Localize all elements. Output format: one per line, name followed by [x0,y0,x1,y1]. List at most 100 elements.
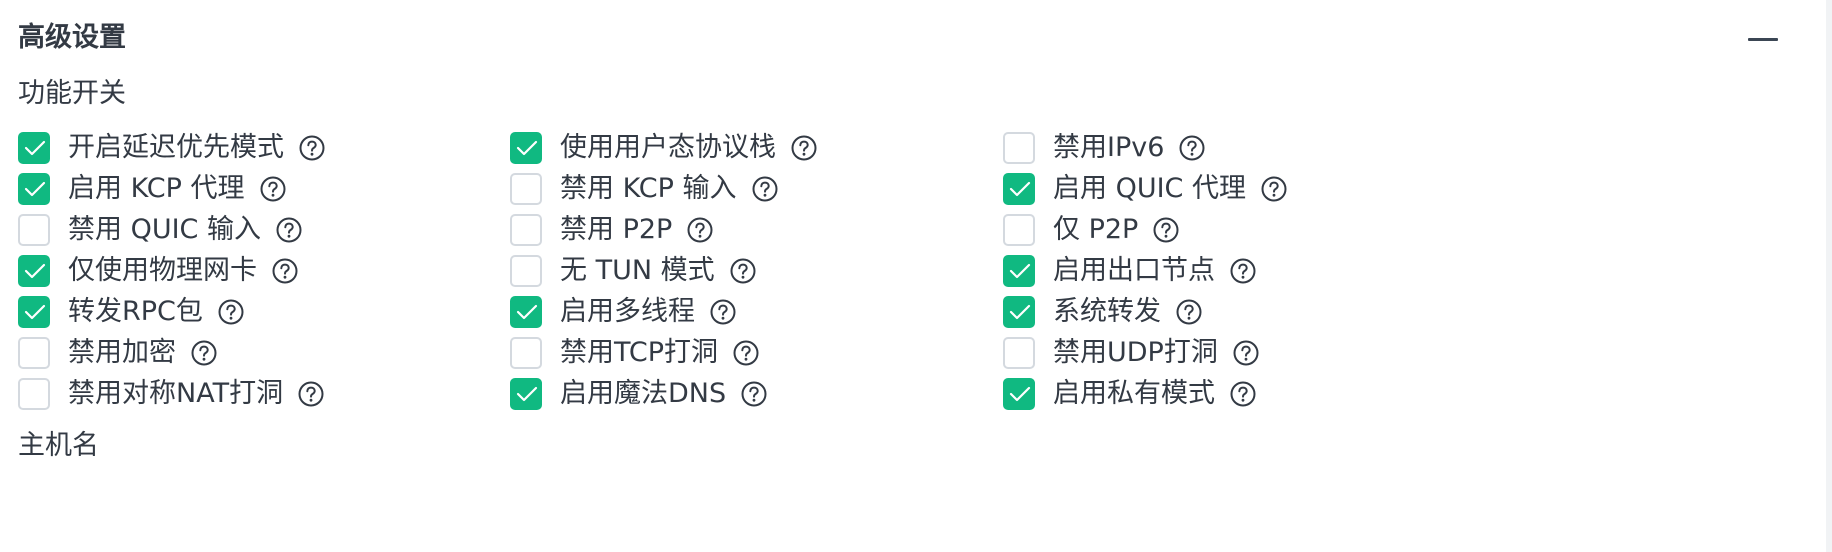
option-label: 禁用UDP打洞 [1053,337,1218,368]
question-circle-icon[interactable] [1152,216,1180,244]
option-checkbox[interactable] [510,132,542,164]
option-label: 禁用 KCP 输入 [560,173,737,204]
option-checkbox[interactable] [18,296,50,328]
option-checkbox[interactable] [510,214,542,246]
question-circle-icon[interactable] [217,298,245,326]
question-circle-icon[interactable] [729,257,757,285]
option-label: 启用私有模式 [1053,378,1215,409]
checkmark-icon [24,181,46,197]
option-label: 启用 KCP 代理 [68,173,245,204]
option-item[interactable]: 禁用 QUIC 输入 [18,209,303,251]
collapse-button[interactable] [1738,18,1788,58]
option-checkbox[interactable] [18,337,50,369]
option-label: 开启延迟优先模式 [68,132,284,163]
option-label: 启用多线程 [560,296,695,327]
option-checkbox[interactable] [1003,173,1035,205]
option-item[interactable]: 使用用户态协议栈 [510,127,818,169]
question-circle-icon[interactable] [1178,134,1206,162]
option-label: 禁用 QUIC 输入 [68,214,261,245]
checkmark-icon [24,263,46,279]
option-checkbox[interactable] [18,132,50,164]
option-label: 仅使用物理网卡 [68,255,257,286]
panel-header[interactable]: 高级设置 [0,0,1832,76]
scrollbar[interactable] [1826,0,1832,552]
option-checkbox[interactable] [510,296,542,328]
option-checkbox[interactable] [1003,132,1035,164]
option-item[interactable]: 系统转发 [1003,291,1203,333]
option-item[interactable]: 启用出口节点 [1003,250,1257,292]
option-checkbox[interactable] [510,378,542,410]
question-circle-icon[interactable] [751,175,779,203]
option-checkbox[interactable] [1003,296,1035,328]
option-item[interactable]: 禁用 KCP 输入 [510,168,779,210]
options-row: 禁用对称NAT打洞 启用魔法DNS 启用私有模式 [18,373,1808,415]
question-circle-icon[interactable] [259,175,287,203]
option-label: 启用魔法DNS [560,378,727,409]
option-checkbox[interactable] [18,173,50,205]
option-item[interactable]: 启用私有模式 [1003,373,1257,415]
question-circle-icon[interactable] [686,216,714,244]
checkmark-icon [24,140,46,156]
question-circle-icon[interactable] [790,134,818,162]
option-checkbox[interactable] [18,378,50,410]
option-label: 使用用户态协议栈 [560,132,776,163]
option-item[interactable]: 启用魔法DNS [510,373,768,415]
question-circle-icon[interactable] [740,380,768,408]
option-label: 禁用TCP打洞 [560,337,719,368]
option-checkbox[interactable] [18,214,50,246]
question-circle-icon[interactable] [275,216,303,244]
option-item[interactable]: 禁用对称NAT打洞 [18,373,325,415]
checkmark-icon [1009,386,1031,402]
question-circle-icon[interactable] [732,339,760,367]
option-label: 禁用 P2P [560,214,673,245]
question-circle-icon[interactable] [190,339,218,367]
option-label: 无 TUN 模式 [560,255,715,286]
option-checkbox[interactable] [1003,255,1035,287]
option-item[interactable]: 禁用UDP打洞 [1003,332,1260,374]
question-circle-icon[interactable] [298,134,326,162]
option-item[interactable]: 禁用 P2P [510,209,714,251]
option-item[interactable]: 启用 QUIC 代理 [1003,168,1288,210]
option-item[interactable]: 禁用TCP打洞 [510,332,760,374]
options-row: 禁用 QUIC 输入 禁用 P2P 仅 P2P [18,209,1808,251]
option-label: 仅 P2P [1053,214,1139,245]
question-circle-icon[interactable] [1175,298,1203,326]
option-label: 转发RPC包 [68,296,203,327]
advanced-settings-panel: 高级设置 功能开关 开启延迟优先模式 使用用户态协议栈 禁用IPv6 启用 KCP 代… [0,0,1832,552]
option-checkbox[interactable] [510,337,542,369]
question-circle-icon[interactable] [1232,339,1260,367]
option-checkbox[interactable] [1003,214,1035,246]
option-checkbox[interactable] [510,255,542,287]
option-checkbox[interactable] [1003,337,1035,369]
minus-icon [1748,38,1778,41]
option-label: 禁用IPv6 [1053,132,1165,163]
option-item[interactable]: 无 TUN 模式 [510,250,757,292]
option-item[interactable]: 启用 KCP 代理 [18,168,287,210]
option-item[interactable]: 转发RPC包 [18,291,245,333]
option-item[interactable]: 禁用IPv6 [1003,127,1206,169]
option-item[interactable]: 仅 P2P [1003,209,1180,251]
question-circle-icon[interactable] [709,298,737,326]
option-item[interactable]: 开启延迟优先模式 [18,127,326,169]
checkmark-icon [1009,263,1031,279]
option-checkbox[interactable] [510,173,542,205]
options-row: 启用 KCP 代理 禁用 KCP 输入 启用 QUIC 代理 [18,168,1808,210]
question-circle-icon[interactable] [271,257,299,285]
options-row: 转发RPC包 启用多线程 系统转发 [18,291,1808,333]
panel-title: 高级设置 [18,22,126,53]
question-circle-icon[interactable] [1229,257,1257,285]
checkmark-icon [516,386,538,402]
question-circle-icon[interactable] [1229,380,1257,408]
option-checkbox[interactable] [1003,378,1035,410]
option-item[interactable]: 禁用加密 [18,332,218,374]
option-item[interactable]: 仅使用物理网卡 [18,250,299,292]
option-label: 禁用对称NAT打洞 [68,378,284,409]
options-row: 禁用加密 禁用TCP打洞 禁用UDP打洞 [18,332,1808,374]
option-label: 系统转发 [1053,296,1161,327]
question-circle-icon[interactable] [1260,175,1288,203]
options-row: 开启延迟优先模式 使用用户态协议栈 禁用IPv6 [18,127,1808,169]
option-item[interactable]: 启用多线程 [510,291,737,333]
question-circle-icon[interactable] [297,380,325,408]
features-section-label: 功能开关 [18,78,126,109]
option-checkbox[interactable] [18,255,50,287]
